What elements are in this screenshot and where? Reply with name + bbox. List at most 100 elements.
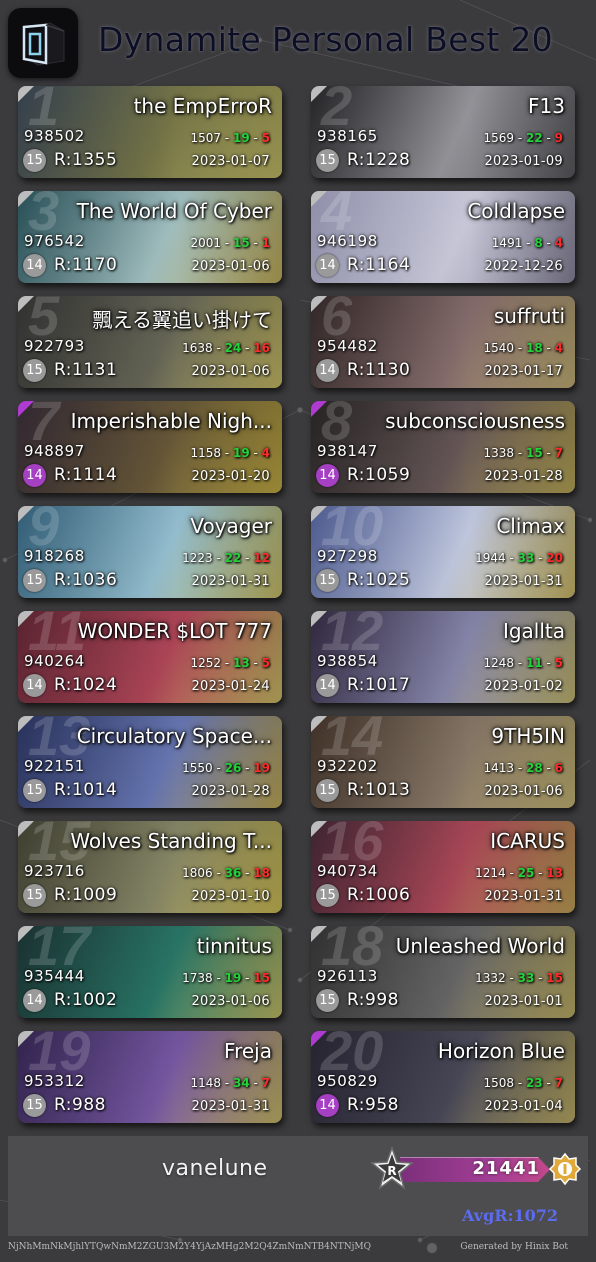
perfect-count: 1806 [182,866,213,880]
song-title: WONDER $LOT 777 [77,619,272,643]
score-value: 938854 [317,652,378,670]
score-value: 953312 [24,1072,85,1090]
difficulty-level-badge: 15 [316,884,339,907]
judgement-counts: 1944 - 33 - 20 [475,551,563,565]
play-date: 2022-12-26 [484,259,563,274]
good-count: 33 [517,551,535,565]
perfect-count: 1738 [182,971,213,985]
song-title: 飄える翼追い掛けて [92,308,272,332]
judgement-counts: 1540 - 18 - 4 [483,341,563,355]
difficulty-level-badge: 15 [23,884,46,907]
play-date: 2023-01-10 [191,889,270,904]
perfect-count: 1508 [483,1076,514,1090]
difficulty-level-badge: 15 [23,149,46,172]
score-card: 13 Circulatory Space... 922151 1550 - 26 - … [18,716,282,808]
play-date: 2023-01-31 [484,574,563,589]
difficulty-level-badge: 14 [23,989,46,1012]
miss-count: 18 [253,866,270,880]
score-card: 4 Coldlapse 946198 1491 - 8 - 4 14 R:1164 2022… [311,191,575,283]
difficulty-level-badge: 14 [316,359,339,382]
play-date: 2023-01-31 [191,574,270,589]
song-title: subconsciousness [385,409,565,433]
perfect-count: 1252 [190,656,221,670]
judgement-counts: 1491 - 8 - 4 [491,236,563,250]
play-date: 2023-01-01 [484,994,563,1009]
song-title: suffruti [493,304,565,328]
perfect-count: 1507 [190,131,221,145]
song-title: Circulatory Space... [76,724,272,748]
record-hash: NjNhMmNkMjhlYTQwNmM2ZGU3M2Y4YjAzMHg2M2Q4… [8,1242,371,1252]
play-date: 2023-01-06 [191,994,270,1009]
play-date: 2023-01-24 [191,679,270,694]
perfect-count: 1550 [182,761,213,775]
perfect-count: 1248 [483,656,514,670]
song-rating: R:1002 [54,990,118,1010]
perfect-count: 1944 [475,551,506,565]
score-value: 950829 [317,1072,378,1090]
song-title: Horizon Blue [437,1039,565,1063]
perfect-count: 1338 [483,446,514,460]
miss-count: 12 [253,551,270,565]
song-rating: R:958 [347,1095,399,1115]
play-date: 2023-01-09 [484,154,563,169]
play-date: 2023-01-02 [484,679,563,694]
score-value: 926113 [317,967,378,985]
song-rating: R:1036 [54,570,118,590]
miss-count: 6 [554,761,563,775]
miss-count: 9 [554,131,563,145]
difficulty-level-badge: 15 [316,779,339,802]
perfect-count: 1540 [483,341,514,355]
good-count: 19 [232,131,250,145]
song-rating: R:1013 [347,780,411,800]
judgement-counts: 1332 - 33 - 15 [475,971,563,985]
difficulty-level-badge: 15 [23,1094,46,1117]
score-value: 940734 [317,862,378,880]
difficulty-level-badge: 14 [23,464,46,487]
song-title: 9TH5IN [491,724,565,748]
song-title: Climax [496,514,565,538]
judgement-counts: 1508 - 23 - 7 [483,1076,563,1090]
page-title: Dynamite Personal Best 20 [98,20,553,59]
judgement-counts: 1738 - 19 - 15 [182,971,270,985]
score-card: 7 Imperishable Nigh... 948897 1158 - 19 - 4… [18,401,282,493]
score-value: 923716 [24,862,85,880]
miss-count: 4 [261,446,270,460]
judgement-counts: 1638 - 24 - 16 [182,341,270,355]
score-value: 938165 [317,127,378,145]
score-card: 11 WONDER $LOT 777 940264 1252 - 13 - 5 14 R:… [18,611,282,703]
good-count: 25 [517,866,535,880]
miss-count: 7 [554,446,563,460]
judgement-counts: 1158 - 19 - 4 [190,446,270,460]
judgement-counts: 1248 - 11 - 5 [483,656,563,670]
score-card: 19 Freja 953312 1148 - 34 - 7 15 R:988 2023-01… [18,1031,282,1123]
play-date: 2023-01-28 [484,469,563,484]
perfect-count: 2001 [190,236,221,250]
good-count: 19 [232,446,250,460]
good-count: 15 [232,236,250,250]
song-rating: R:1059 [347,465,411,485]
play-date: 2023-01-20 [191,469,270,484]
score-card: 12 Igallta 938854 1248 - 11 - 5 14 R:1017 2023… [311,611,575,703]
score-card: 14 9TH5IN 932202 1413 - 28 - 6 15 R:1013 2023-… [311,716,575,808]
song-rating: R:1025 [347,570,411,590]
miss-count: 19 [253,761,270,775]
judgement-counts: 1148 - 34 - 7 [190,1076,270,1090]
score-value: 918268 [24,547,85,565]
score-value: 946198 [317,232,378,250]
song-title: tinnitus [196,934,272,958]
miss-count: 4 [554,341,563,355]
player-name: vanelune [162,1156,268,1181]
generated-by: Generated by Hinix Bot [460,1242,568,1252]
miss-count: 7 [261,1076,270,1090]
score-card: 9 Voyager 918268 1223 - 22 - 12 15 R:1036 2023… [18,506,282,598]
score-value: 922793 [24,337,85,355]
miss-count: 20 [546,551,563,565]
song-rating: R:1131 [54,360,118,380]
perfect-count: 1569 [483,131,514,145]
good-count: 36 [224,866,242,880]
play-date: 2023-01-06 [191,259,270,274]
perfect-count: 1158 [190,446,221,460]
score-card: 18 Unleashed World 926113 1332 - 33 - 15 15 R… [311,926,575,1018]
difficulty-level-badge: 15 [316,149,339,172]
score-card: 3 The World Of Cyber 976542 2001 - 15 - 1 14… [18,191,282,283]
